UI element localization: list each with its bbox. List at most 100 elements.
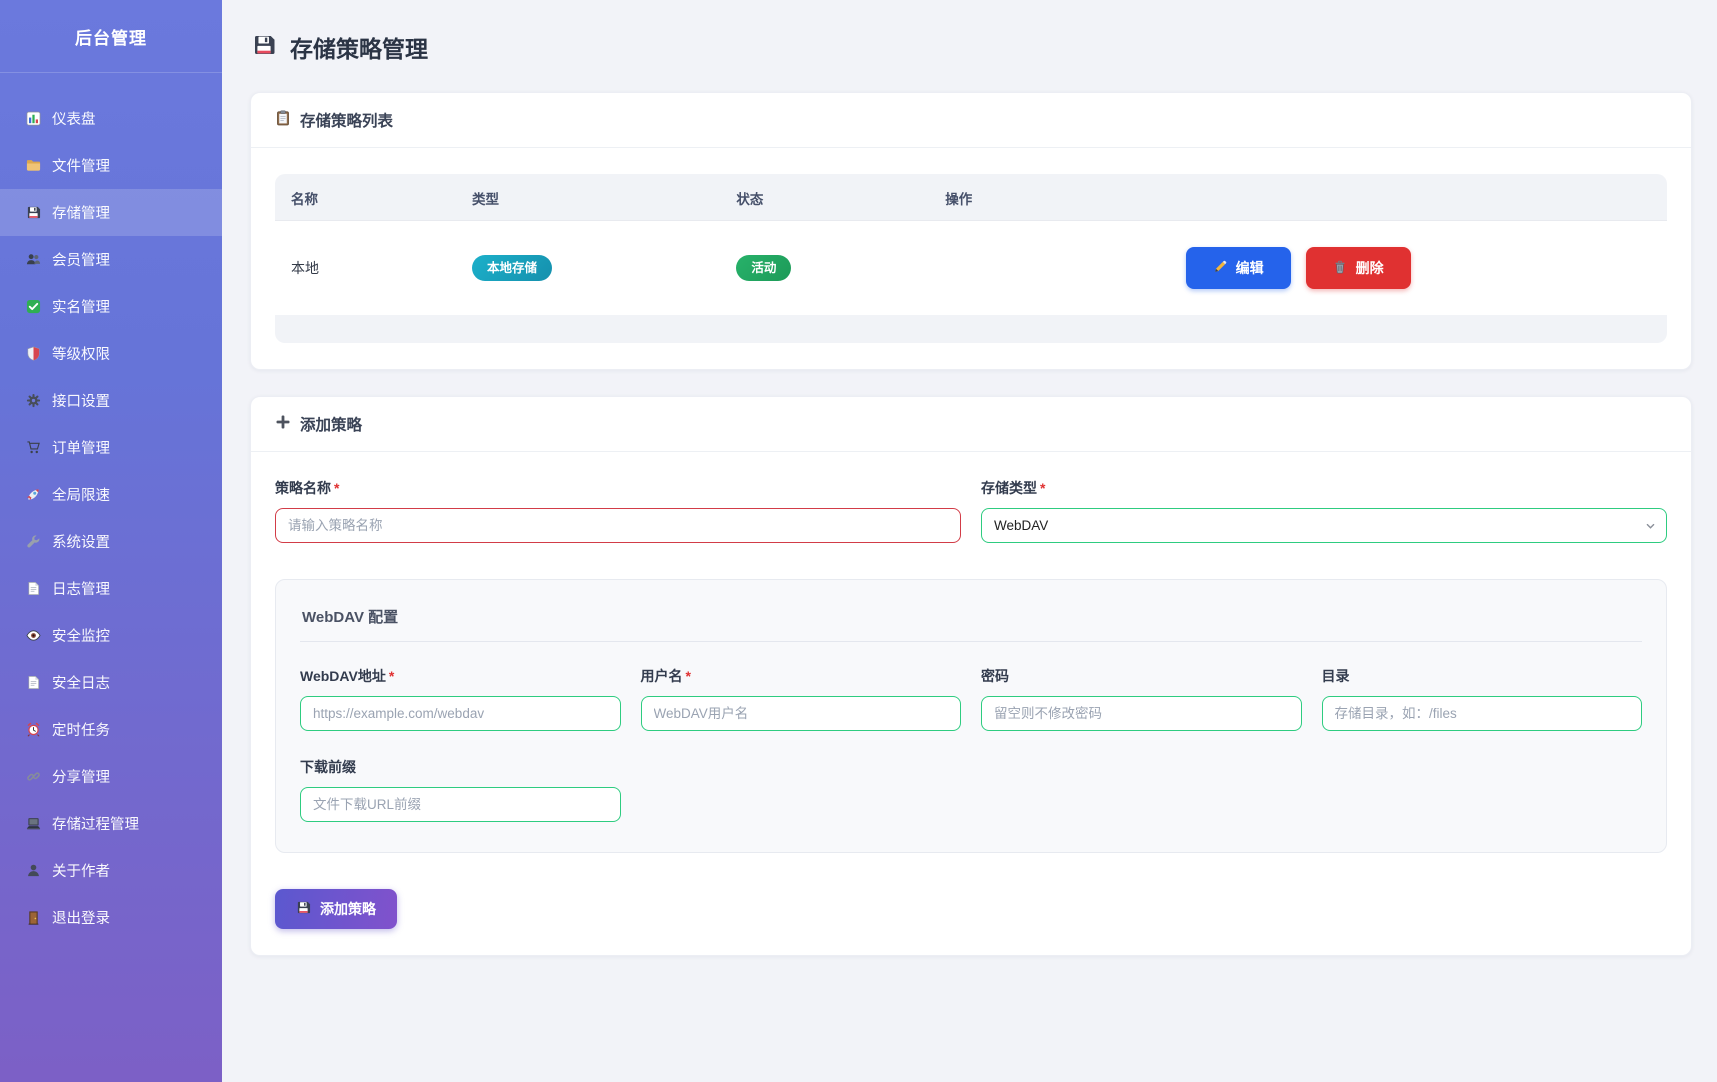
sidebar-nav: 仪表盘 文件管理 存储管理 会员管理 实名管理 等级权限 <box>0 73 222 941</box>
sidebar-item-api-settings[interactable]: 接口设置 <box>0 377 222 424</box>
main-content: 存储策略管理 存储策略列表 名称 类型 状态 操作 <box>222 0 1717 1082</box>
storage-type-field: 存储类型* WebDAV <box>981 478 1667 543</box>
sidebar-item-label: 会员管理 <box>52 249 110 270</box>
status-badge: 活动 <box>736 255 791 282</box>
page-title: 存储策略管理 <box>290 30 428 64</box>
add-policy-card-header: 添加策略 <box>251 397 1691 452</box>
trash-icon <box>1333 260 1347 277</box>
add-policy-button[interactable]: 添加策略 <box>275 889 397 929</box>
webdav-password-input[interactable] <box>981 696 1302 731</box>
sidebar-item-files[interactable]: 文件管理 <box>0 142 222 189</box>
plus-icon <box>275 414 291 435</box>
clipboard-icon <box>275 110 291 131</box>
document-icon <box>26 675 41 690</box>
page-header: 存储策略管理 <box>252 30 1692 64</box>
required-mark: * <box>334 480 339 496</box>
webdav-directory-label: 目录 <box>1322 666 1643 686</box>
column-header-name: 名称 <box>275 174 456 221</box>
webdav-fields-row: WebDAV地址* 用户名* 密码 目录 <box>300 666 1642 731</box>
webdav-address-field: WebDAV地址* <box>300 666 621 731</box>
sidebar-item-orders[interactable]: 订单管理 <box>0 424 222 471</box>
sidebar-item-security-logs[interactable]: 安全日志 <box>0 659 222 706</box>
storage-type-select[interactable]: WebDAV <box>981 508 1667 543</box>
download-prefix-label: 下载前缀 <box>300 757 621 777</box>
policy-name-label: 策略名称* <box>275 478 961 498</box>
sidebar-item-label: 仪表盘 <box>52 108 96 129</box>
form-row-top: 策略名称* 存储类型* WebDAV <box>275 478 1667 543</box>
webdav-username-label: 用户名* <box>641 666 962 686</box>
rocket-icon <box>26 487 41 502</box>
webdav-directory-field: 目录 <box>1322 666 1643 731</box>
delete-button[interactable]: 删除 <box>1306 247 1411 289</box>
sidebar: 后台管理 仪表盘 文件管理 存储管理 会员管理 实名管理 <box>0 0 222 1082</box>
sidebar-item-label: 接口设置 <box>52 390 110 411</box>
policy-name-cell: 本地 <box>275 221 456 316</box>
add-policy-card-body: 策略名称* 存储类型* WebDAV WebDAV <box>251 452 1691 955</box>
policy-list-card: 存储策略列表 名称 类型 状态 操作 <box>250 92 1692 370</box>
webdav-address-input[interactable] <box>300 696 621 731</box>
sidebar-item-speed-limit[interactable]: 全局限速 <box>0 471 222 518</box>
sidebar-item-label: 全局限速 <box>52 484 110 505</box>
sidebar-item-label: 等级权限 <box>52 343 110 364</box>
policy-list-card-header: 存储策略列表 <box>251 93 1691 148</box>
sidebar-item-label: 存储管理 <box>52 202 110 223</box>
webdav-config-title: WebDAV 配置 <box>300 602 1642 642</box>
document-icon <box>26 581 41 596</box>
edit-button-label: 编辑 <box>1236 258 1264 278</box>
sidebar-item-about-author[interactable]: 关于作者 <box>0 847 222 894</box>
delete-button-label: 删除 <box>1356 258 1384 278</box>
sidebar-item-dashboard[interactable]: 仪表盘 <box>0 95 222 142</box>
policy-list-card-title: 存储策略列表 <box>300 109 393 131</box>
column-header-status: 状态 <box>720 174 929 221</box>
sidebar-item-security-monitor[interactable]: 安全监控 <box>0 612 222 659</box>
sidebar-item-logs[interactable]: 日志管理 <box>0 565 222 612</box>
webdav-password-label: 密码 <box>981 666 1302 686</box>
policy-status-cell: 活动 <box>720 221 929 316</box>
policy-list-card-body: 名称 类型 状态 操作 本地 本地存储 <box>251 148 1691 369</box>
policy-name-input[interactable] <box>275 508 961 543</box>
edit-button[interactable]: 编辑 <box>1186 247 1291 289</box>
app-window: 后台管理 仪表盘 文件管理 存储管理 会员管理 实名管理 <box>0 0 1717 1082</box>
floppy-icon <box>26 205 41 220</box>
sidebar-item-scheduled-tasks[interactable]: 定时任务 <box>0 706 222 753</box>
sidebar-item-system-settings[interactable]: 系统设置 <box>0 518 222 565</box>
webdav-fields-row-2: 下载前缀 <box>300 757 1642 822</box>
policy-table-panel: 名称 类型 状态 操作 本地 本地存储 <box>275 174 1667 343</box>
add-policy-card-title: 添加策略 <box>300 413 362 435</box>
sidebar-item-logout[interactable]: 退出登录 <box>0 894 222 941</box>
sidebar-item-label: 日志管理 <box>52 578 110 599</box>
webdav-directory-input[interactable] <box>1322 696 1643 731</box>
wrench-icon <box>26 534 41 549</box>
sidebar-item-stored-procedures[interactable]: 存储过程管理 <box>0 800 222 847</box>
sidebar-item-label: 存储过程管理 <box>52 813 139 834</box>
webdav-username-field: 用户名* <box>641 666 962 731</box>
sidebar-item-label: 系统设置 <box>52 531 110 552</box>
download-prefix-input[interactable] <box>300 787 621 822</box>
column-header-type: 类型 <box>456 174 720 221</box>
add-policy-button-label: 添加策略 <box>320 899 376 919</box>
add-policy-card: 添加策略 策略名称* 存储类型* WebDAV <box>250 396 1692 956</box>
shield-icon <box>26 346 41 361</box>
folder-icon <box>26 158 41 173</box>
table-row: 本地 本地存储 活动 <box>275 221 1667 316</box>
sidebar-item-label: 订单管理 <box>52 437 110 458</box>
sidebar-item-shares[interactable]: 分享管理 <box>0 753 222 800</box>
row-actions: 编辑 删除 <box>945 247 1651 289</box>
cart-icon <box>26 440 41 455</box>
sidebar-item-permissions[interactable]: 等级权限 <box>0 330 222 377</box>
sidebar-item-members[interactable]: 会员管理 <box>0 236 222 283</box>
policy-name-field: 策略名称* <box>275 478 961 543</box>
sidebar-item-storage[interactable]: 存储管理 <box>0 189 222 236</box>
pencil-icon <box>1213 260 1227 277</box>
alarm-clock-icon <box>26 722 41 737</box>
required-mark: * <box>1040 480 1045 496</box>
storage-type-label: 存储类型* <box>981 478 1667 498</box>
sidebar-item-label: 定时任务 <box>52 719 110 740</box>
laptop-icon <box>26 816 41 831</box>
sidebar-item-realname[interactable]: 实名管理 <box>0 283 222 330</box>
gear-icon <box>26 393 41 408</box>
webdav-username-input[interactable] <box>641 696 962 731</box>
policy-table: 名称 类型 状态 操作 本地 本地存储 <box>275 174 1667 315</box>
sidebar-item-label: 安全日志 <box>52 672 110 693</box>
sidebar-item-label: 实名管理 <box>52 296 110 317</box>
